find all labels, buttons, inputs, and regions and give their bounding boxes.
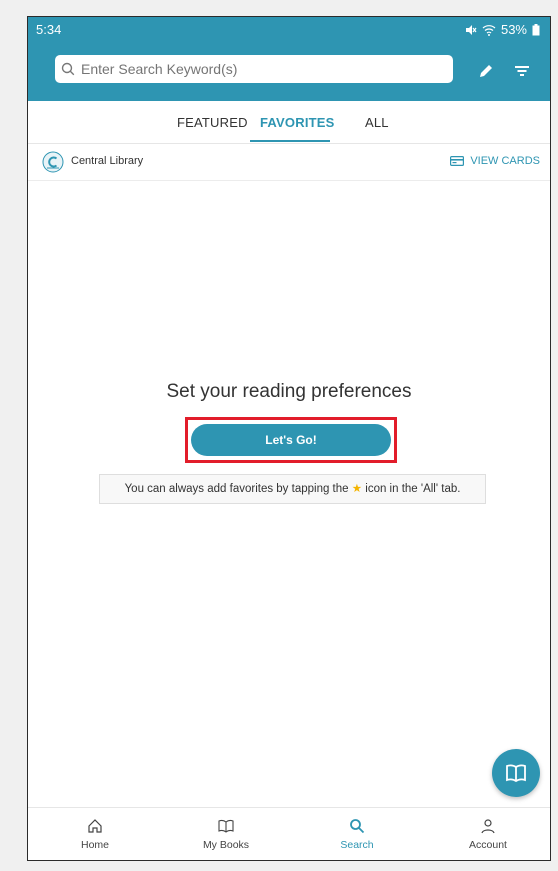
nav-my-books[interactable]: My Books [181,818,271,851]
battery-percent: 53% [500,22,527,37]
card-icon [450,156,465,166]
open-book-fab[interactable] [492,749,540,797]
nav-account-label: Account [469,839,507,851]
mute-icon [465,24,477,35]
status-icons: 53% [465,22,540,37]
status-time: 5:34 [36,22,62,37]
book-icon [218,819,234,833]
nav-my-books-label: My Books [202,839,250,851]
bottom-navigation: Home My Books Search Account [28,807,550,860]
home-icon [88,819,102,833]
tab-featured[interactable]: FEATURED [177,115,248,130]
view-cards-button[interactable]: VIEW CARDS [450,155,540,167]
view-cards-label: VIEW CARDS [470,155,540,167]
status-bar: 5:34 53% [28,17,550,43]
pencil-icon[interactable] [477,62,495,80]
search-box[interactable] [55,55,453,83]
active-tab-indicator [250,140,330,142]
nav-search-label: Search [340,839,374,851]
favorites-hint: You can always add favorites by tapping … [99,474,486,504]
lets-go-button[interactable]: Let's Go! [191,424,391,456]
tab-all[interactable]: ALL [365,115,389,130]
open-book-icon [506,764,526,783]
nav-home[interactable]: Home [50,818,140,851]
library-bar: Central Library VIEW CARDS [28,144,550,181]
nav-account[interactable]: Account [443,818,533,851]
tab-bar: FEATURED FAVORITES ALL [28,101,550,144]
nav-search[interactable]: Search [312,818,402,851]
screenshot-frame: 5:34 53% Enter Search Keyword(s) FEATURE… [0,0,558,871]
library-name: Central Library [71,155,144,167]
hint-text-end: icon in the 'All' tab. [365,483,461,495]
wifi-icon [482,24,496,36]
account-icon [481,819,495,834]
app-bar [28,43,550,101]
search-icon [61,62,75,76]
star-icon: ★ [351,483,363,495]
nav-home-label: Home [80,839,109,851]
page-title: Set your reading preferences [166,381,412,402]
hint-text-start: You can always add favorites by tapping … [124,483,349,495]
search-icon [350,819,365,834]
library-logo-icon [42,151,64,173]
device-screen: 5:34 53% Enter Search Keyword(s) FEATURE… [27,16,551,861]
battery-icon [532,23,540,35]
search-input[interactable] [79,60,443,78]
tab-favorites[interactable]: FAVORITES [260,115,335,130]
filter-icon[interactable] [513,62,531,80]
